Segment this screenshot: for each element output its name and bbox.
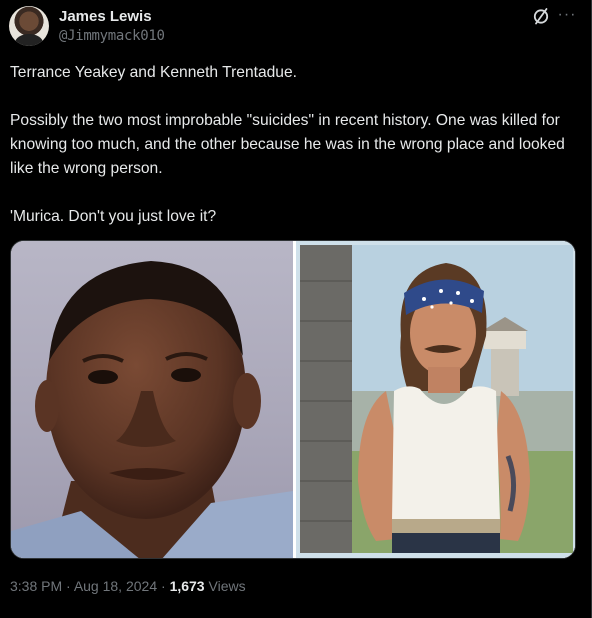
portrait-illustration-left	[11, 261, 293, 558]
media-grid[interactable]	[10, 240, 576, 559]
user-handle[interactable]: @Jimmymack010	[59, 28, 165, 44]
views-label: Views	[204, 578, 246, 594]
display-name[interactable]: James Lewis	[59, 8, 152, 25]
avatar-shirt	[15, 34, 43, 46]
tweet-card: James Lewis @Jimmymack010 ··· Terrance Y…	[0, 0, 592, 618]
grok-slash-icon[interactable]	[531, 6, 551, 26]
more-dots-icon[interactable]: ···	[556, 6, 578, 26]
portrait-illustration-right	[296, 241, 575, 558]
meta-separator: ·	[157, 578, 170, 594]
meta-separator: ·	[62, 578, 74, 594]
photo-left[interactable]	[11, 241, 293, 558]
tweet-time[interactable]: 3:38 PM	[10, 578, 62, 594]
avatar[interactable]	[9, 6, 49, 46]
photo-right[interactable]	[296, 241, 575, 558]
tweet-meta: 3:38 PM · Aug 18, 2024 · 1,673 Views	[10, 578, 246, 594]
tweet-text: Terrance Yeakey and Kenneth Trentadue. P…	[10, 64, 565, 225]
tweet-date[interactable]: Aug 18, 2024	[74, 578, 157, 594]
views-count[interactable]: 1,673	[170, 578, 205, 594]
